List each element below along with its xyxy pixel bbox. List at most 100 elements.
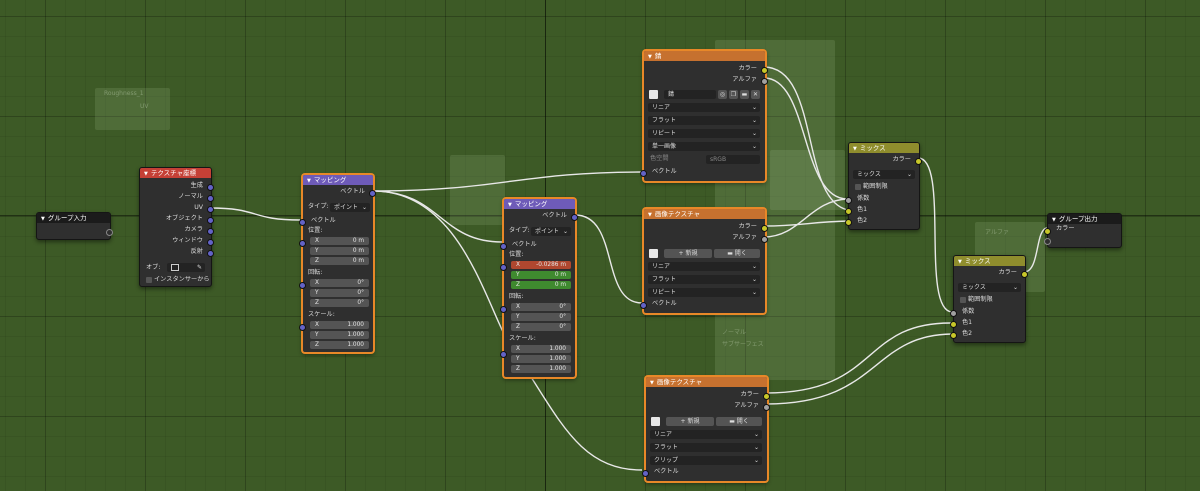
scale-y-field[interactable]: Y 1.000: [511, 355, 571, 363]
empty-input-socket[interactable]: [1044, 238, 1051, 245]
instancer-checkbox[interactable]: [146, 277, 152, 283]
input-socket[interactable]: [845, 219, 852, 226]
projection-dropdown[interactable]: フラット ⌄: [648, 116, 760, 125]
close-icon[interactable]: ✕: [751, 90, 760, 99]
new-image-button[interactable]: + 新規: [666, 417, 714, 426]
extension-dropdown[interactable]: クリップ ⌄: [650, 456, 762, 465]
rotation-x-field[interactable]: X 0°: [310, 279, 369, 287]
input-socket[interactable]: [950, 332, 957, 339]
output-socket[interactable]: [915, 158, 922, 165]
texture-coordinate-node[interactable]: ▼ テクスチャ座標 生成 ノーマル UV オブジェクト カメラ ウィンドウ 反射 …: [139, 167, 214, 287]
image-name-field[interactable]: 錆: [664, 90, 716, 99]
scale-y-field[interactable]: Y 1.000: [310, 331, 369, 339]
input-socket[interactable]: [500, 351, 507, 358]
extension-dropdown[interactable]: リピート ⌄: [648, 288, 760, 297]
output-socket[interactable]: [763, 393, 770, 400]
output-socket[interactable]: [207, 217, 214, 224]
blend-mode-dropdown[interactable]: ミックス ⌄: [958, 283, 1021, 292]
input-socket[interactable]: [500, 264, 507, 271]
image-texture-node-2[interactable]: ▼ 画像テクスチャ カラー アルファ + 新規 ▬ 開く リニア ⌄ フラット ⌄ リ…: [640, 208, 768, 314]
output-socket[interactable]: [207, 184, 214, 191]
output-socket[interactable]: [761, 78, 768, 85]
input-socket[interactable]: [500, 243, 507, 250]
output-socket[interactable]: [207, 206, 214, 213]
image-texture-node-3[interactable]: ▼ 画像テクスチャ カラー アルファ + 新規 ▬ 開く リニア ⌄ フラット ⌄ ク…: [642, 376, 770, 482]
input-socket[interactable]: [299, 282, 306, 289]
location-z-field[interactable]: Z0 m: [511, 281, 571, 289]
input-socket[interactable]: [845, 197, 852, 204]
object-field[interactable]: ✎: [167, 263, 205, 272]
node-title: ミックス: [964, 257, 991, 265]
mapping-node-2[interactable]: ▼ マッピング ベクトル タイプ: ポイント ⌄ ベクトル 位置: X -0.0286…: [500, 198, 578, 378]
folder-icon[interactable]: ▬: [740, 90, 749, 99]
output-socket[interactable]: [207, 250, 214, 257]
input-socket[interactable]: [299, 219, 306, 226]
output-socket[interactable]: [761, 225, 768, 232]
output-socket[interactable]: [369, 190, 376, 197]
input-socket[interactable]: [950, 310, 957, 317]
input-socket[interactable]: [500, 306, 507, 313]
mapping-node-1[interactable]: ▼ マッピング ベクトル タイプ: ポイント ⌄ ベクトル 位置: X0 m Y0 …: [299, 174, 376, 353]
input-socket[interactable]: [642, 470, 649, 477]
interpolation-dropdown[interactable]: リニア ⌄: [648, 262, 760, 271]
extension-dropdown[interactable]: リピート ⌄: [648, 129, 760, 138]
output-socket[interactable]: [571, 214, 578, 221]
rotation-y-field[interactable]: Y 0°: [511, 313, 571, 321]
projection-dropdown[interactable]: フラット ⌄: [650, 443, 762, 452]
output-socket[interactable]: [763, 404, 770, 411]
rotation-y-field[interactable]: Y 0°: [310, 289, 369, 297]
scale-x-field[interactable]: X 1.000: [310, 321, 369, 329]
rotation-z-field[interactable]: Z 0°: [511, 323, 571, 331]
link-mapping1-to-image1: [372, 171, 643, 192]
output-socket[interactable]: [761, 67, 768, 74]
colorspace-dropdown[interactable]: sRGB: [706, 155, 760, 164]
input-socket[interactable]: [845, 208, 852, 215]
type-label: タイプ:: [308, 203, 329, 210]
location-y-field[interactable]: Y0 m: [310, 247, 369, 255]
new-image-button[interactable]: + 新規: [664, 249, 712, 258]
location-y-field[interactable]: Y0 m: [511, 271, 571, 279]
type-dropdown[interactable]: ポイント ⌄: [531, 227, 571, 236]
fake-user-icon[interactable]: ◎: [718, 90, 727, 99]
output-socket[interactable]: [761, 236, 768, 243]
open-image-button[interactable]: ▬ 開く: [714, 249, 760, 258]
duplicate-icon[interactable]: ❐: [729, 90, 738, 99]
source-dropdown[interactable]: 単一画像 ⌄: [648, 142, 760, 151]
image-texture-node-rust[interactable]: ▼ 錆 カラー アルファ 錆 ◎ ❐ ▬ ✕ リニア ⌄ フラット ⌄ リピート ⌄ 単…: [640, 50, 768, 182]
open-image-button[interactable]: ▬ 開く: [716, 417, 762, 426]
rotation-z-field[interactable]: Z 0°: [310, 299, 369, 307]
input-socket[interactable]: [299, 240, 306, 247]
scale-z-field[interactable]: Z 1.000: [310, 341, 369, 349]
group-input-node[interactable]: ▼ グループ入力: [36, 212, 113, 240]
rotation-x-field[interactable]: X 0°: [511, 303, 571, 311]
input-socket[interactable]: [640, 302, 647, 309]
image-browse-icon[interactable]: [649, 90, 658, 99]
mix-node-1[interactable]: ▼ ミックス カラー ミックス ⌄ 範囲制限 係数 色1 色2: [845, 142, 922, 230]
interpolation-dropdown[interactable]: リニア ⌄: [650, 430, 762, 439]
output-socket[interactable]: [1021, 271, 1028, 278]
mix-node-2[interactable]: ▼ ミックス カラー ミックス ⌄ 範囲制限 係数 色1 色2: [950, 255, 1028, 343]
input-socket[interactable]: [950, 321, 957, 328]
output-socket[interactable]: [207, 239, 214, 246]
input-socket[interactable]: [299, 324, 306, 331]
output-socket[interactable]: [106, 229, 113, 236]
location-x-field[interactable]: X -0.0286 m: [511, 261, 571, 269]
image-browse-icon[interactable]: [649, 249, 658, 258]
clamp-checkbox[interactable]: [960, 297, 966, 303]
image-browse-icon[interactable]: [651, 417, 660, 426]
interpolation-dropdown[interactable]: リニア ⌄: [648, 103, 760, 112]
location-z-field[interactable]: Z0 m: [310, 257, 369, 265]
blend-mode-dropdown[interactable]: ミックス ⌄: [853, 170, 915, 179]
projection-dropdown[interactable]: フラット ⌄: [648, 275, 760, 284]
color1-label: 色1: [857, 206, 868, 213]
input-socket[interactable]: [640, 170, 647, 177]
type-dropdown[interactable]: ポイント ⌄: [330, 203, 370, 212]
output-socket[interactable]: [207, 195, 214, 202]
clamp-checkbox[interactable]: [855, 184, 861, 190]
scale-x-field[interactable]: X 1.000: [511, 345, 571, 353]
output-socket[interactable]: [207, 228, 214, 235]
group-output-node[interactable]: ▼ グループ出力 カラー: [1044, 213, 1122, 248]
location-x-field[interactable]: X0 m: [310, 237, 369, 245]
input-socket[interactable]: [1044, 228, 1051, 235]
scale-z-field[interactable]: Z 1.000: [511, 365, 571, 373]
